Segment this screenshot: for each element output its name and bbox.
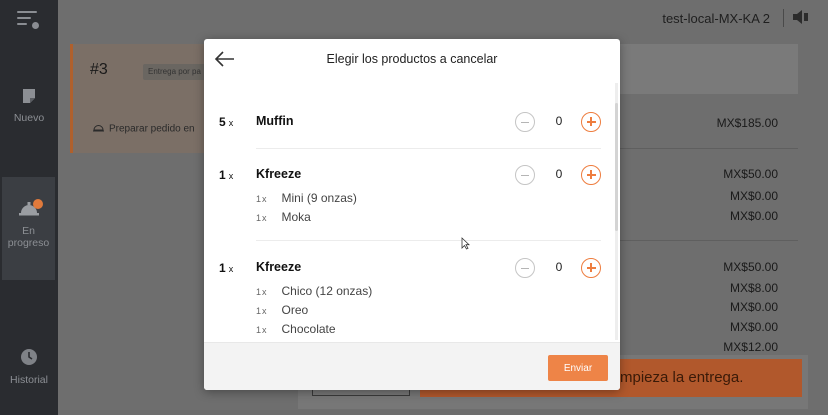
- sidebar-item-label: En progreso: [7, 225, 50, 249]
- mouse-cursor-icon: [461, 237, 470, 255]
- stepper-value: 0: [555, 114, 563, 128]
- price-value: MX$50.00: [723, 167, 778, 181]
- store-name: test-local-MX-KA 2: [662, 11, 770, 26]
- increment-button[interactable]: [581, 165, 601, 185]
- product-list: 5x Muffin 0 1x Kfreeze 0 1x Mini (9 onzas…: [204, 83, 616, 340]
- modal-footer: Enviar: [204, 342, 620, 390]
- item-quantity: 1x: [219, 261, 234, 275]
- modal-title: Elegir los productos a cancelar: [326, 52, 498, 66]
- prepare-text: Preparar pedido en: [109, 123, 195, 135]
- divider: [620, 148, 798, 149]
- item-quantity: 1x: [219, 168, 234, 182]
- increment-button[interactable]: [581, 258, 601, 278]
- speaker-icon[interactable]: [792, 9, 810, 30]
- stepper-value: 0: [555, 167, 563, 181]
- modifier-item: 1x Mini (9 onzas): [256, 191, 357, 205]
- item-quantity: 5x: [219, 115, 234, 129]
- price-value: MX$50.00: [723, 260, 778, 274]
- price-value: MX$0.00: [729, 189, 778, 203]
- delivery-chip: Entrega por pa: [143, 64, 206, 80]
- item-name: Muffin: [256, 114, 294, 128]
- clock-icon: [20, 348, 38, 369]
- stepper-value: 0: [555, 260, 563, 274]
- quantity-stepper: 0: [515, 112, 601, 132]
- cancel-products-modal: Elegir los productos a cancelar 5x Muffi…: [204, 39, 620, 390]
- modifier-item: 1x Chocolate: [256, 322, 336, 336]
- menu-icon[interactable]: [17, 9, 41, 29]
- decrement-button[interactable]: [515, 258, 535, 278]
- decrement-button[interactable]: [515, 112, 535, 132]
- note-icon: [22, 88, 36, 107]
- price-value: MX$0.00: [729, 320, 778, 334]
- sidebar-item-label: Nuevo: [13, 112, 45, 124]
- price-value: MX$0.00: [729, 300, 778, 314]
- notification-badge: [33, 199, 43, 209]
- quantity-stepper: 0: [515, 165, 601, 185]
- order-card: #3 Entrega por pa Preparar pedido en: [70, 44, 206, 153]
- sidebar-item-label: Historial: [10, 374, 48, 386]
- price-value: MX$185.00: [716, 116, 778, 130]
- sidebar-item-en-progreso[interactable]: En progreso: [2, 177, 55, 280]
- divider: [783, 9, 784, 27]
- quantity-stepper: 0: [515, 258, 601, 278]
- modal-header: Elegir los productos a cancelar: [204, 39, 620, 81]
- scrollbar[interactable]: [615, 83, 618, 340]
- send-button[interactable]: Enviar: [548, 355, 608, 381]
- modifier-item: 1x Moka: [256, 210, 311, 224]
- sidebar: Nuevo En progreso Historial: [0, 0, 58, 415]
- sidebar-item-historial[interactable]: Historial: [0, 348, 58, 386]
- divider: [620, 240, 798, 241]
- modifier-item: 1x Oreo: [256, 303, 309, 317]
- price-value: MX$0.00: [729, 209, 778, 223]
- sidebar-item-nuevo[interactable]: Nuevo: [0, 88, 58, 124]
- divider: [256, 148, 601, 149]
- top-bar: test-local-MX-KA 2: [58, 0, 828, 38]
- decrement-button[interactable]: [515, 165, 535, 185]
- item-name: Kfreeze: [256, 260, 302, 274]
- price-value: MX$8.00: [729, 281, 778, 295]
- scrollbar-thumb[interactable]: [615, 103, 618, 231]
- order-number: #3: [90, 61, 108, 78]
- price-value: MX$12.00: [723, 340, 778, 354]
- item-name: Kfreeze: [256, 167, 302, 181]
- divider: [256, 240, 601, 241]
- modifier-item: 1x Chico (12 onzas): [256, 284, 373, 298]
- prepare-status: Preparar pedido en: [92, 122, 195, 136]
- increment-button[interactable]: [581, 112, 601, 132]
- bell-icon: [92, 122, 105, 136]
